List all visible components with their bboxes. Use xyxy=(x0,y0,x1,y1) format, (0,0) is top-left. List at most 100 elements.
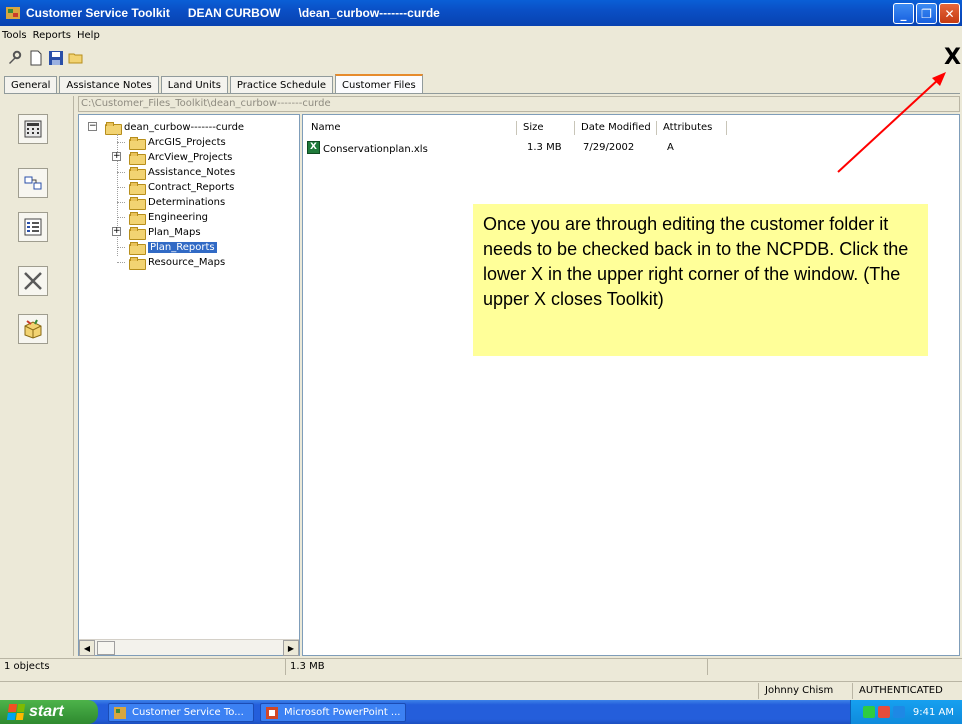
arrow-head xyxy=(932,72,946,86)
tab-land-units[interactable]: Land Units xyxy=(160,76,228,94)
package-button[interactable] xyxy=(18,314,48,344)
folder-icon xyxy=(129,196,146,210)
powerpoint-icon xyxy=(266,706,278,719)
tree-item[interactable]: Engineering xyxy=(129,210,208,225)
network-button[interactable] xyxy=(18,168,48,198)
minimize-button[interactable]: _ xyxy=(893,3,914,24)
package-icon xyxy=(24,319,42,339)
scroll-thumb[interactable] xyxy=(97,641,115,655)
tree-item[interactable]: Plan_Maps xyxy=(129,225,201,240)
taskbar-item-toolkit[interactable]: Customer Service To... xyxy=(108,703,254,722)
tree-horizontal-scrollbar[interactable]: ◀ ▶ xyxy=(79,639,299,656)
user-status-bar: Johnny Chism AUTHENTICATED xyxy=(0,681,962,699)
file-name: Conservationplan.xls xyxy=(323,144,428,155)
column-header-size[interactable]: Size xyxy=(517,121,575,135)
column-header-name[interactable]: Name xyxy=(305,121,517,135)
tree-item[interactable]: Assistance_Notes xyxy=(129,165,235,180)
network-tray-icon[interactable] xyxy=(862,706,875,718)
menu-bar: Tools Reports Help xyxy=(0,26,962,44)
tab-assistance-notes[interactable]: Assistance Notes xyxy=(59,76,159,94)
tree-item-label: ArcGIS_Projects xyxy=(148,136,226,148)
taskbar-item-powerpoint[interactable]: Microsoft PowerPoint ... xyxy=(260,703,406,722)
menu-reports[interactable]: Reports xyxy=(33,30,71,41)
tree-item[interactable]: ArcGIS_Projects xyxy=(129,135,226,150)
tree-branch-line xyxy=(117,187,125,188)
tab-customer-files[interactable]: Customer Files xyxy=(335,74,423,94)
folder-icon xyxy=(129,136,146,150)
clock[interactable]: 9:41 AM xyxy=(913,707,954,718)
tree-root[interactable]: dean_curbow-------curde xyxy=(105,120,245,135)
tree-item[interactable]: Determinations xyxy=(129,195,226,210)
close-icon: ✕ xyxy=(944,6,955,21)
file-size: 1.3 MB xyxy=(527,142,562,153)
cancel-x-button[interactable] xyxy=(18,266,48,296)
tree-branch-line xyxy=(117,247,125,248)
tree-item-label: Resource_Maps xyxy=(148,256,226,268)
expand-toggle[interactable]: + xyxy=(112,152,121,161)
scroll-left-button[interactable]: ◀ xyxy=(79,640,95,656)
windows-logo-icon xyxy=(6,704,26,720)
save-icon[interactable] xyxy=(48,50,64,66)
tab-general[interactable]: General xyxy=(4,76,58,94)
tree-item[interactable]: Resource_Maps xyxy=(129,255,226,270)
folder-icon xyxy=(129,256,146,270)
new-document-icon[interactable] xyxy=(28,50,44,66)
menu-help[interactable]: Help xyxy=(77,30,100,41)
open-folder-icon[interactable] xyxy=(68,50,84,66)
expand-toggle[interactable]: + xyxy=(112,227,121,236)
toolkit-app-icon xyxy=(6,7,20,19)
volume-tray-icon[interactable] xyxy=(892,706,905,718)
restore-icon: ❐ xyxy=(921,6,932,21)
tree-item[interactable]: Contract_Reports xyxy=(129,180,235,195)
restore-button[interactable]: ❐ xyxy=(916,3,937,24)
path-field: C:\Customer_Files_Toolkit\dean_curbow---… xyxy=(78,96,960,112)
window-controls: _ ❐ ✕ xyxy=(893,3,960,24)
check-in-close-button[interactable]: X xyxy=(944,47,961,69)
tree-item-label: Determinations xyxy=(148,196,226,208)
scroll-right-button[interactable]: ▶ xyxy=(283,640,299,656)
folder-icon xyxy=(129,211,146,225)
folder-icon xyxy=(129,166,146,180)
security-tray-icon[interactable] xyxy=(877,706,890,718)
tree-item[interactable]: ArcView_Projects xyxy=(129,150,233,165)
tab-divider xyxy=(4,93,960,94)
instruction-callout: Once you are through editing the custome… xyxy=(473,204,928,356)
auth-status: AUTHENTICATED xyxy=(852,683,960,699)
tree-item-label: Plan_Reports xyxy=(148,241,217,253)
window-title-path: \dean_curbow-------curde xyxy=(298,6,440,20)
file-list: Name Size Date Modified Attributes Conse… xyxy=(302,114,960,656)
tab-practice-schedule[interactable]: Practice Schedule xyxy=(229,76,333,94)
calculator-button[interactable] xyxy=(18,114,48,144)
close-toolkit-button[interactable]: ✕ xyxy=(939,3,960,24)
tree-item-selected[interactable]: Plan_Reports xyxy=(129,240,217,255)
tree-root-label: dean_curbow-------curde xyxy=(124,121,245,133)
tree-branch-line xyxy=(117,262,125,263)
tree-item-label: Contract_Reports xyxy=(148,181,235,193)
column-header-date[interactable]: Date Modified xyxy=(575,121,657,135)
tab-strip: General Assistance Notes Land Units Prac… xyxy=(4,74,425,94)
list-view-button[interactable] xyxy=(18,212,48,242)
tree-branch-line xyxy=(117,217,125,218)
folder-open-icon xyxy=(129,241,146,255)
file-attributes: A xyxy=(667,142,674,153)
toolbar xyxy=(0,46,962,70)
wrench-icon[interactable] xyxy=(6,50,22,66)
start-button[interactable]: start xyxy=(0,700,98,724)
file-row-name[interactable]: Conservationplan.xls xyxy=(307,141,428,155)
title-bar[interactable]: Customer Service Toolkit DEAN CURBOW \de… xyxy=(0,0,962,26)
toolkit-app-icon xyxy=(114,706,126,719)
file-date: 7/29/2002 xyxy=(583,142,635,153)
taskbar: start Customer Service To... Microsoft P… xyxy=(0,700,962,724)
start-label: start xyxy=(29,703,64,720)
excel-file-icon xyxy=(307,141,320,154)
x-icon xyxy=(24,272,42,290)
system-tray: 9:41 AM xyxy=(850,700,962,724)
window-title-app: Customer Service Toolkit xyxy=(26,6,170,20)
collapse-root-toggle[interactable]: − xyxy=(88,122,97,131)
tree-item-label: ArcView_Projects xyxy=(148,151,233,163)
tree-branch-line xyxy=(117,172,125,173)
column-header-attributes[interactable]: Attributes xyxy=(657,121,727,135)
folder-icon xyxy=(129,226,146,240)
menu-tools[interactable]: Tools xyxy=(2,30,27,41)
calculator-icon xyxy=(24,120,42,138)
